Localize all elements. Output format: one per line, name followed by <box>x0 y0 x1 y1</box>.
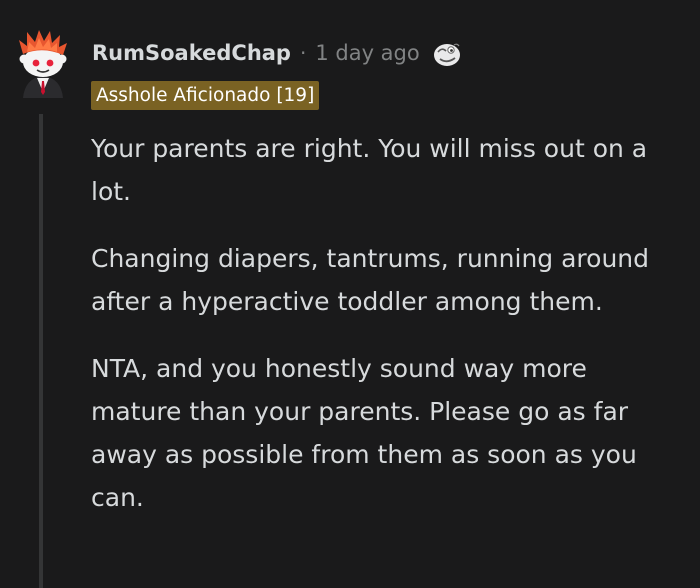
comment-paragraph: Changing diapers, tantrums, running arou… <box>91 244 650 316</box>
awesome-answer-award-icon[interactable] <box>432 39 462 69</box>
comment-header: RumSoakedChap · 1 day ago <box>92 36 462 70</box>
snoo-avatar-icon <box>19 30 67 98</box>
avatar[interactable] <box>13 26 73 98</box>
comment-paragraph: Your parents are right. You will miss ou… <box>91 134 648 206</box>
meta-separator: · <box>299 41 307 65</box>
user-flair: Asshole Aficionado [19] <box>91 81 320 110</box>
comment-paragraph: NTA, and you honestly sound way more mat… <box>91 354 637 512</box>
comment-body: Your parents are right. You will miss ou… <box>91 127 681 543</box>
comment: RumSoakedChap · 1 day ago Asshole Aficio… <box>0 0 700 588</box>
author-username[interactable]: RumSoakedChap <box>92 41 291 65</box>
comment-timestamp[interactable]: 1 day ago <box>315 41 419 65</box>
thread-collapse-line[interactable] <box>39 114 43 588</box>
